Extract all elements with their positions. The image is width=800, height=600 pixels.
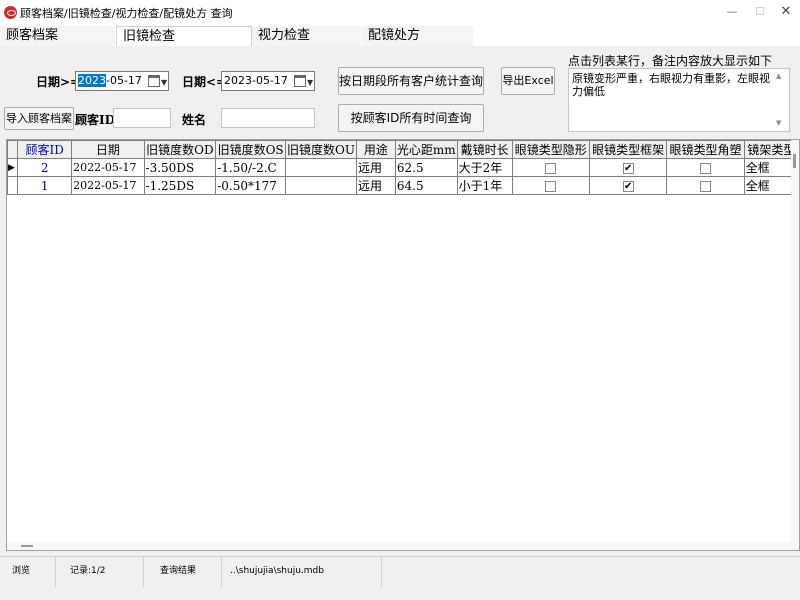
query-by-id-button[interactable]: 按顾客ID所有时间查询 (338, 104, 484, 132)
column-header-customer-id[interactable]: 顾客ID (17, 140, 73, 159)
cell-type-contact[interactable] (511, 176, 590, 195)
column-header-type-frame[interactable]: 眼镜类型框架 (588, 140, 668, 159)
cell-pd[interactable]: 64.5 (394, 176, 458, 195)
chevron-down-icon[interactable]: ▼ (307, 74, 313, 92)
status-db-path: ..\shujujia\shuju.mdb (222, 557, 382, 587)
grid-vertical-scrollbar[interactable] (791, 140, 799, 550)
app-icon (4, 6, 17, 19)
calendar-icon[interactable] (294, 75, 306, 87)
name-label: 姓名 (182, 113, 207, 127)
scroll-thumb[interactable] (793, 154, 796, 168)
tab-prescription[interactable]: 配镜处方 (362, 26, 474, 46)
date-to-value: 2023-05-17 (224, 74, 288, 87)
column-header-type-ortho[interactable]: 眼镜类型角塑 (666, 140, 745, 159)
column-header-type-contact[interactable]: 眼镜类型隐形 (511, 140, 590, 159)
note-label: 点击列表某行，备注内容放大显示如下 (568, 54, 773, 68)
cell-date[interactable]: 2022-05-17 (71, 176, 145, 195)
scroll-up-icon[interactable]: ▲ (776, 70, 781, 83)
date-to-picker[interactable]: 2023-05-17 ▼ (221, 71, 315, 91)
date-from-year: 2023 (78, 74, 106, 87)
cell-customer-id[interactable]: 2 (17, 158, 73, 177)
column-header-ou[interactable]: 旧镜度数OU (285, 140, 357, 159)
cell-pd[interactable]: 62.5 (394, 158, 458, 177)
date-to-label: 日期<= (182, 75, 227, 89)
chevron-down-icon[interactable]: ▼ (161, 74, 167, 92)
type-ortho-checkbox[interactable] (700, 180, 712, 192)
maximize-button[interactable]: ☐ (748, 3, 772, 21)
grid-horizontal-scrollbar[interactable] (7, 542, 793, 550)
column-header-od[interactable]: 旧镜度数OD (143, 140, 217, 159)
title-bar: 顾客档案/旧镜检查/视力检查/配镜处方 查询 — ☐ ✕ (0, 0, 800, 26)
cell-type-frame[interactable]: ✔ (588, 176, 668, 195)
close-button[interactable]: ✕ (774, 3, 798, 21)
customer-id-label: 顾客ID (75, 113, 116, 127)
customer-id-input[interactable] (113, 108, 171, 128)
cell-wear-time[interactable]: 大于2年 (456, 158, 513, 177)
type-frame-checkbox[interactable]: ✔ (622, 162, 634, 174)
column-header-os[interactable]: 旧镜度数OS (215, 140, 287, 159)
column-header-pd[interactable]: 光心距mm (394, 140, 458, 159)
cell-type-ortho[interactable] (666, 158, 745, 177)
minimize-button[interactable]: — (720, 3, 744, 21)
calendar-icon[interactable] (148, 75, 160, 87)
main-panel: 日期>= 2023-05-17 ▼ 日期<= 2023-05-17 ▼ 按日期段… (0, 46, 800, 600)
date-from-picker[interactable]: 2023-05-17 ▼ (75, 71, 169, 91)
date-from-rest: -05-17 (106, 74, 142, 87)
tab-vision-check[interactable]: 视力检查 (252, 26, 362, 46)
cell-od[interactable]: -1.25DS (143, 176, 217, 195)
cell-type-ortho[interactable] (666, 176, 745, 195)
header-row: 顾客ID 日期 旧镜度数OD 旧镜度数OS 旧镜度数OU 用途 光心距mm 戴镜… (7, 140, 799, 159)
tab-old-glasses-check[interactable]: 旧镜检查 (116, 26, 252, 46)
export-excel-button[interactable]: 导出Excel (501, 67, 555, 95)
row-indicator (7, 176, 19, 195)
cell-ou[interactable] (285, 158, 357, 177)
status-mode: 浏览 (0, 557, 56, 587)
table-row[interactable]: 1 2022-05-17 -1.25DS -0.50*177 远用 64.5 小… (7, 176, 799, 195)
date-from-label: 日期>= (36, 75, 81, 89)
scroll-down-icon[interactable]: ▼ (776, 117, 781, 130)
note-scrollbar[interactable]: ▲ ▼ (774, 70, 788, 130)
row-indicator-header (7, 140, 19, 159)
name-input[interactable] (221, 108, 315, 128)
records-grid[interactable]: 顾客ID 日期 旧镜度数OD 旧镜度数OS 旧镜度数OU 用途 光心距mm 戴镜… (6, 139, 800, 551)
status-records: 记录:1/2 (56, 557, 144, 587)
column-header-use[interactable]: 用途 (355, 140, 396, 159)
records-table: 顾客ID 日期 旧镜度数OD 旧镜度数OS 旧镜度数OU 用途 光心距mm 戴镜… (7, 140, 799, 195)
type-frame-checkbox[interactable]: ✔ (622, 180, 634, 192)
cell-os[interactable]: -0.50*177 (215, 176, 287, 195)
cell-wear-time[interactable]: 小于1年 (456, 176, 513, 195)
cell-type-frame[interactable]: ✔ (588, 158, 668, 177)
type-contact-checkbox[interactable] (545, 162, 557, 174)
column-header-wear-time[interactable]: 戴镜时长 (456, 140, 513, 159)
scroll-thumb[interactable] (21, 545, 33, 547)
tab-customer-archive[interactable]: 顾客档案 (0, 26, 116, 46)
cell-customer-id[interactable]: 1 (17, 176, 73, 195)
status-bar: 浏览 记录:1/2 查询结果 ..\shujujia\shuju.mdb (0, 556, 800, 600)
query-by-date-button[interactable]: 按日期段所有客户统计查询 (338, 67, 484, 95)
table-row[interactable]: ▶ 2 2022-05-17 -3.50DS -1.50/-2.C 远用 62.… (7, 158, 799, 177)
cell-type-contact[interactable] (511, 158, 590, 177)
import-customer-button[interactable]: 导入顾客档案 (4, 107, 74, 130)
type-contact-checkbox[interactable] (545, 180, 557, 192)
window-title: 顾客档案/旧镜检查/视力检查/配镜处方 查询 (20, 7, 233, 20)
tab-bar-empty (474, 26, 800, 46)
cell-use[interactable]: 远用 (355, 158, 396, 177)
note-content: 原镜变形严重，右眼视力有重影，左眼视力偏低 (572, 72, 770, 98)
note-textarea[interactable]: 原镜变形严重，右眼视力有重影，左眼视力偏低 ▲ ▼ (568, 68, 790, 132)
type-ortho-checkbox[interactable] (700, 162, 712, 174)
cell-use[interactable]: 远用 (355, 176, 396, 195)
cell-ou[interactable] (285, 176, 357, 195)
status-result: 查询结果 (144, 557, 222, 587)
row-pointer-icon: ▶ (7, 158, 19, 177)
cell-os[interactable]: -1.50/-2.C (215, 158, 287, 177)
cell-od[interactable]: -3.50DS (143, 158, 217, 177)
tab-bar: 顾客档案 旧镜检查 视力检查 配镜处方 (0, 26, 800, 46)
cell-date[interactable]: 2022-05-17 (71, 158, 145, 177)
column-header-date[interactable]: 日期 (71, 140, 145, 159)
